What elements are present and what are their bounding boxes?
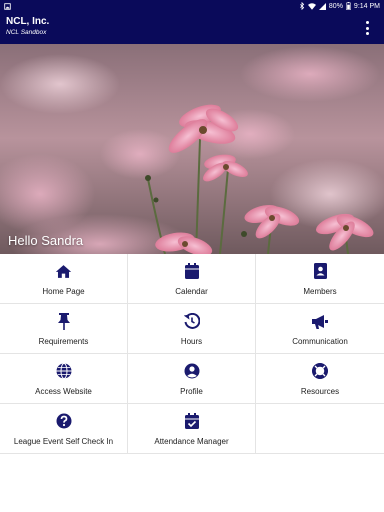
empty-tile [256, 404, 384, 454]
signal-icon [318, 2, 326, 10]
tile-access-website[interactable]: Access Website [0, 354, 128, 404]
app-bar: NCL, Inc. NCL Sandbox [0, 12, 384, 44]
tile-communication[interactable]: Communication [256, 304, 384, 354]
battery-icon [346, 2, 351, 10]
menu-grid: Home Page Calendar Members Requirements … [0, 254, 384, 454]
tile-attendance-manager[interactable]: Attendance Manager [128, 404, 256, 454]
tile-label: Access Website [35, 387, 92, 396]
flower-photo [0, 44, 384, 254]
tile-hours[interactable]: Hours [128, 304, 256, 354]
calendar-icon [183, 262, 201, 280]
status-bar: 80% 9:14 PM [0, 0, 384, 12]
tile-label: Hours [180, 337, 203, 346]
clock: 9:14 PM [353, 2, 380, 10]
history-icon [183, 312, 201, 330]
tile-home-page[interactable]: Home Page [0, 254, 128, 304]
members-icon [311, 262, 329, 280]
tile-label: League Event Self Check In [13, 437, 114, 446]
app-subtitle: NCL Sandbox [6, 29, 47, 36]
question-icon [55, 412, 73, 430]
tile-label: Profile [180, 387, 203, 396]
calendar-check-icon [183, 412, 201, 430]
image-icon [4, 2, 11, 10]
app-title: NCL, Inc. [6, 16, 50, 27]
tile-label: Communication [292, 337, 348, 346]
tile-calendar[interactable]: Calendar [128, 254, 256, 304]
home-icon [55, 262, 73, 280]
tile-label: Requirements [38, 337, 89, 346]
tile-label: Calendar [175, 287, 208, 296]
tile-label: Members [303, 287, 337, 296]
tile-resources[interactable]: Resources [256, 354, 384, 404]
battery-level: 80% [328, 2, 343, 10]
tile-profile[interactable]: Profile [128, 354, 256, 404]
bluetooth-icon [300, 2, 305, 10]
greeting-text: Hello Sandra [8, 233, 84, 248]
hero-image: Hello Sandra [0, 44, 384, 254]
globe-icon [55, 362, 73, 380]
wifi-icon [307, 2, 316, 10]
tile-label: Resources [300, 387, 340, 396]
lifebuoy-icon [311, 362, 329, 380]
tile-label: Home Page [42, 287, 85, 296]
tile-requirements[interactable]: Requirements [0, 304, 128, 354]
profile-icon [183, 362, 201, 380]
tile-members[interactable]: Members [256, 254, 384, 304]
pushpin-icon [55, 312, 73, 330]
megaphone-icon [311, 312, 329, 330]
tile-label: Attendance Manager [154, 437, 229, 446]
tile-league-event-self-check-in[interactable]: League Event Self Check In [0, 404, 128, 454]
overflow-menu-icon[interactable] [364, 21, 370, 35]
